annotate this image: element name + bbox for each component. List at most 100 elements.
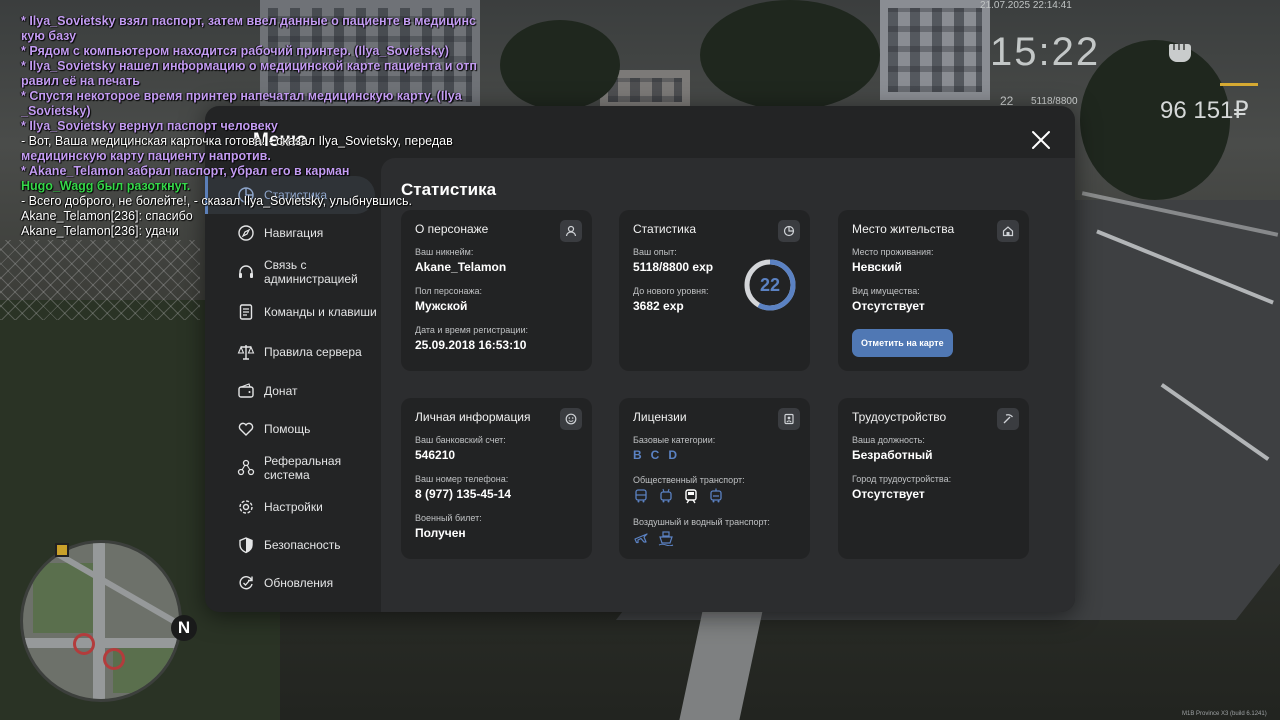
sidebar-item-settings[interactable]: Настройки: [205, 488, 381, 526]
document-icon: [239, 304, 253, 320]
sidebar-item-updates[interactable]: Обновления: [205, 564, 381, 602]
chat-line: Akane_Telamon[236]: удачи: [21, 224, 179, 238]
north-icon: N: [171, 615, 197, 641]
smiley-icon: [560, 408, 582, 430]
pickaxe-icon: [997, 408, 1019, 430]
id-badge-icon: [778, 408, 800, 430]
chat-line: медицинскую карту пациенту напротив.: [21, 149, 271, 163]
chat-line: - Всего доброго, не болейте!, - сказал I…: [21, 194, 412, 208]
hud-hunger-bar: [1220, 83, 1258, 86]
chat-line: * Ilya_Sovietsky вернул паспорт человеку: [21, 119, 278, 133]
hud-date: 21.07.2025 22:14:41: [980, 0, 1072, 11]
hud-money: 96 151₽: [1160, 97, 1249, 124]
referral-icon: [237, 459, 255, 476]
air-water-transport-label: Воздушный и водный транспорт:: [633, 517, 770, 527]
sidebar-item-label: Помощь: [264, 422, 311, 436]
public-transport-label: Общественный транспорт:: [633, 475, 745, 485]
card-residence: Место жительства Место проживания: Невск…: [838, 210, 1029, 371]
close-icon[interactable]: [1030, 129, 1052, 151]
license-category-b: B: [633, 448, 642, 462]
sidebar-item-server-rules[interactable]: Правила сервера: [205, 332, 381, 372]
phone-value: 8 (977) 135-45-14: [415, 487, 512, 501]
trolleybus-icon: [660, 488, 672, 503]
ship-icon: [658, 531, 674, 546]
reg-label: Дата и время регистрации:: [415, 325, 528, 335]
exp-label: Ваш опыт:: [633, 247, 677, 257]
sidebar-item-admin-contact[interactable]: Связь с администрацией: [205, 252, 381, 292]
bus-icon: [635, 489, 647, 503]
position-value: Безработный: [852, 448, 933, 462]
wallet-icon: [238, 383, 254, 398]
chat-line: * Спустя некоторое время принтер напечат…: [21, 89, 462, 103]
public-transport-icons: [633, 488, 796, 504]
card-title: Место жительства: [852, 222, 955, 236]
sidebar-item-label: Команды и клавиши: [264, 305, 377, 319]
mark-on-map-button[interactable]: Отметить на карте: [852, 329, 953, 357]
card-licenses: Лицензии Базовые категории: B C D Общест…: [619, 398, 810, 559]
job-city-label: Город трудоустройства:: [852, 474, 952, 484]
chat-log: * Ilya_Sovietsky взял паспорт, затем вве…: [21, 14, 501, 239]
bank-value: 546210: [415, 448, 456, 462]
sidebar-item-commands[interactable]: Команды и клавиши: [205, 292, 381, 332]
license-category-d: D: [668, 448, 678, 462]
chat-line: Akane_Telamon[236]: спасибо: [21, 209, 193, 223]
card-personal: Личная информация Ваш банковский счет: 5…: [401, 398, 592, 559]
position-label: Ваша должность:: [852, 435, 925, 445]
sidebar-item-label: Реферальная система: [264, 454, 342, 482]
card-job: Трудоустройство Ваша должность: Безработ…: [838, 398, 1029, 559]
fist-icon: [1168, 44, 1191, 62]
military-label: Военный билет:: [415, 513, 482, 523]
chat-line: равил её на печать: [21, 74, 140, 88]
shield-icon: [239, 537, 253, 554]
minimap[interactable]: [20, 540, 182, 702]
sidebar-item-donate[interactable]: Донат: [205, 372, 381, 410]
card-title: Статистика: [633, 222, 697, 236]
headset-icon: [239, 265, 253, 278]
gear-icon: [239, 500, 253, 514]
gender-label: Пол персонажа:: [415, 286, 483, 296]
job-city-value: Отсутствует: [852, 487, 925, 501]
phone-label: Ваш номер телефона:: [415, 474, 509, 484]
pie-chart-icon: [778, 220, 800, 242]
chat-line: * Рядом с компьютером находится рабочий …: [21, 44, 449, 58]
nick-value: Akane_Telamon: [415, 260, 507, 274]
license-category-c: C: [650, 448, 660, 462]
chat-line: _Sovietsky): [21, 104, 91, 118]
chat-line: - Вот, Ваша медицинская карточка готова!…: [21, 134, 453, 148]
train-icon: [685, 489, 697, 504]
reg-value: 25.09.2018 16:53:10: [415, 338, 527, 352]
build-version: M1B Province X3 (build 6.1241): [1182, 711, 1267, 717]
nick-label: Ваш никнейм:: [415, 247, 474, 257]
air-water-transport-icons: [633, 530, 796, 546]
license-categories: B C D: [633, 448, 796, 462]
sidebar-item-label: Связь с администрацией: [264, 258, 358, 286]
card-title: Трудоустройство: [852, 410, 947, 424]
sidebar-item-label: Безопасность: [264, 538, 341, 552]
card-title: Лицензии: [633, 410, 687, 424]
refresh-icon: [239, 576, 253, 590]
place-label: Место проживания:: [852, 247, 934, 257]
waypoint-marker-icon: [55, 543, 69, 557]
chat-line: кую базу: [21, 29, 77, 43]
sidebar-nav: Статистика Навигация Связь с администрацие…: [205, 176, 381, 602]
gender-value: Мужской: [415, 299, 468, 313]
tram-icon: [710, 488, 722, 503]
home-icon: [997, 220, 1019, 242]
sidebar-item-label: Настройки: [264, 500, 323, 514]
sidebar-item-label: Правила сервера: [264, 345, 362, 359]
level-value: 22: [759, 275, 781, 295]
plane-icon: [634, 533, 648, 544]
base-categories-label: Базовые категории:: [633, 435, 716, 445]
military-value: Получен: [415, 526, 466, 540]
chat-line: Hugo_Wagg был разоткнут.: [21, 179, 191, 193]
property-label: Вид имущества:: [852, 286, 920, 296]
sidebar-item-security[interactable]: Безопасность: [205, 526, 381, 564]
sidebar-item-referral[interactable]: Реферальная система: [205, 448, 381, 488]
sidebar-item-label: Обновления: [264, 576, 334, 590]
sidebar-item-label: Донат: [264, 384, 298, 398]
card-stats: Статистика Ваш опыт: 5118/8800 exp До но…: [619, 210, 810, 371]
place-value: Невский: [852, 260, 902, 274]
chat-line: * Ilya_Sovietsky взял паспорт, затем вве…: [21, 14, 476, 28]
bank-label: Ваш банковский счет:: [415, 435, 506, 445]
sidebar-item-help[interactable]: Помощь: [205, 410, 381, 448]
